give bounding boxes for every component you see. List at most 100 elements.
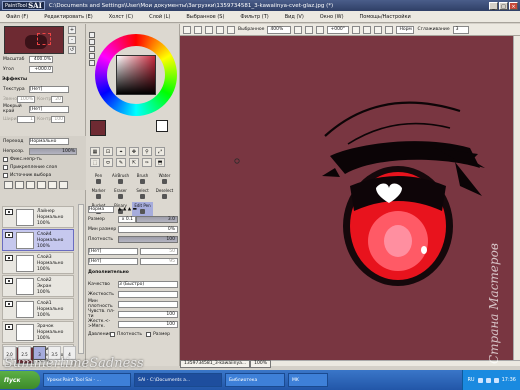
deselect-icon[interactable] [205, 25, 213, 34]
blend-mode-select[interactable]: Нормально [29, 137, 69, 145]
layer-item[interactable]: Слой2 Экран 100% [2, 275, 74, 297]
layer-scrollbar[interactable] [78, 204, 84, 354]
pressure-density-check[interactable]: Плотность [110, 331, 142, 337]
menu-edit[interactable]: Редактировать (E) [44, 14, 93, 20]
fill-icon[interactable]: ⬒ [155, 158, 165, 167]
zoom-minus-icon[interactable] [294, 25, 303, 34]
move-icon[interactable]: ✥ [129, 147, 139, 156]
eye-icon[interactable] [5, 232, 13, 238]
rotate-icon[interactable]: ⬚ [90, 158, 100, 167]
magic-wand-icon[interactable]: ⌖ [116, 147, 126, 156]
zoom-reset-icon[interactable] [316, 25, 325, 34]
brush-pen[interactable]: Pen [88, 172, 109, 187]
advanced-heading[interactable]: Дополнительно [88, 270, 129, 275]
zoom-icon[interactable]: ⚲ [142, 147, 152, 156]
transform-icon[interactable]: ⇱ [129, 158, 139, 167]
maximize-button[interactable]: □ [499, 1, 508, 10]
layer-item[interactable]: Слой3 Нормально 100% [2, 252, 74, 274]
taskbar-item-active[interactable]: SAI - C:\Documents a... [134, 373, 222, 387]
pressure-hardness-slider[interactable]: 100 [118, 320, 178, 328]
language-indicator[interactable]: RU [467, 377, 474, 383]
layer-opacity-slider[interactable]: 100% [29, 147, 77, 155]
flip-icon[interactable] [385, 25, 394, 34]
preserve-opacity-check[interactable]: Фикс.непр-ть [3, 157, 42, 162]
primary-color-swatch[interactable] [90, 120, 106, 136]
close-button[interactable]: × [509, 1, 518, 10]
brush-brush[interactable]: Brush [132, 172, 153, 187]
invert-selection-icon[interactable] [216, 25, 224, 34]
eye-icon[interactable] [5, 324, 13, 330]
eye-icon[interactable] [5, 301, 13, 307]
menu-help[interactable]: Помощь/Настройки [360, 14, 411, 20]
hand-icon[interactable]: ⤢ [155, 147, 165, 156]
hardness-slider[interactable] [118, 290, 178, 298]
canvas-vertical-scrollbar[interactable] [513, 36, 520, 360]
zoom-plus-icon[interactable] [305, 25, 314, 34]
menu-view[interactable]: Вид (V) [285, 14, 304, 20]
zoom-out-icon[interactable]: - [68, 36, 76, 44]
menu-layer[interactable]: Слой (L) [149, 14, 170, 20]
brush-texture-value[interactable]: 95 [140, 257, 178, 265]
mode-select[interactable]: Норм [396, 25, 415, 34]
pressure-size-check[interactable]: Размер [146, 331, 170, 337]
quality-select[interactable]: 3 (Быстро) [118, 280, 178, 288]
navigator-thumbnail[interactable] [4, 26, 64, 54]
copy-layer-icon[interactable] [37, 181, 46, 189]
selection-source-check[interactable]: Источник выбора [3, 173, 51, 178]
secondary-color-swatch[interactable] [156, 120, 168, 132]
menu-file[interactable]: Файл (F) [6, 14, 28, 20]
select-rect-icon[interactable]: ▦ [90, 147, 100, 156]
drawing-canvas[interactable] [180, 36, 513, 360]
stabilizer-select[interactable]: 3 [452, 25, 469, 34]
redo-icon[interactable] [194, 25, 202, 34]
layer-item-selected[interactable]: Слой4 Нормально 100% [2, 229, 74, 251]
new-linework-layer-icon[interactable] [15, 181, 24, 189]
menu-window[interactable]: Окно (W) [320, 14, 344, 20]
new-folder-icon[interactable] [26, 181, 35, 189]
taskbar-item[interactable]: Уроки:Paint Tool Sai - ... [43, 373, 131, 387]
tray-icon[interactable] [485, 377, 491, 383]
size-slider[interactable]: 3.0 [136, 215, 178, 223]
eyedropper-icon[interactable]: ✑ [142, 158, 152, 167]
density-slider[interactable]: 100 [118, 235, 178, 243]
texture-scale-field[interactable]: 100% [17, 95, 35, 103]
min-size-slider[interactable]: 0% [118, 225, 178, 233]
min-density-slider[interactable] [118, 300, 178, 308]
ellipse-icon[interactable]: ⬭ [103, 158, 113, 167]
edge-width-field[interactable]: 1 [17, 115, 35, 123]
color-wheel[interactable] [95, 34, 177, 116]
pen-tool-icon[interactable]: ✎ [116, 158, 126, 167]
start-button[interactable]: Пуск [0, 371, 40, 389]
taskbar-item[interactable]: MK [288, 373, 328, 387]
menu-filter[interactable]: Фильтр (T) [240, 14, 268, 20]
rotate-left-icon[interactable] [352, 25, 361, 34]
show-selection-icon[interactable] [227, 25, 235, 34]
brush-eraser[interactable]: Eraser [110, 187, 131, 202]
zoom-in-icon[interactable]: + [68, 26, 76, 34]
menu-selection[interactable]: Выбранное (S) [186, 14, 224, 20]
edge-strength-field[interactable]: 100 [51, 115, 65, 123]
layer-item[interactable]: Слой1 Нормально 100% [2, 298, 74, 320]
rotate-reset-icon[interactable] [374, 25, 383, 34]
brush-mode-select[interactable]: Норма [88, 205, 114, 213]
eye-icon[interactable] [5, 255, 13, 261]
undo-icon[interactable] [183, 25, 191, 34]
reset-view-icon[interactable]: ↺ [68, 46, 76, 54]
taskbar-item[interactable]: Библиотека [225, 373, 285, 387]
eye-icon[interactable] [5, 209, 13, 215]
navigator-view-frame[interactable] [37, 33, 51, 45]
brush-shape-icons[interactable]: ▲ ▲ ▲ ▬ [118, 207, 137, 212]
brush-texture-select[interactable]: [Нет] [88, 257, 138, 265]
texture-select[interactable]: [Нет] [29, 85, 69, 93]
angle-field[interactable]: +000.0 [29, 65, 53, 73]
new-layer-icon[interactable] [4, 181, 13, 189]
zoom-field[interactable]: 400.0% [29, 55, 53, 63]
brush-water[interactable]: Water [154, 172, 175, 187]
lasso-icon[interactable]: ⊡ [103, 147, 113, 156]
layer-item[interactable]: Зрачок Нормально 100% [2, 321, 74, 343]
size-multiplier[interactable]: x 0.1 [118, 215, 136, 223]
delete-layer-icon[interactable] [59, 181, 68, 189]
menu-canvas[interactable]: Холст (C) [109, 14, 133, 20]
zoom-input[interactable]: 400% [267, 25, 292, 34]
brush-deselect[interactable]: Deselect [154, 187, 175, 202]
